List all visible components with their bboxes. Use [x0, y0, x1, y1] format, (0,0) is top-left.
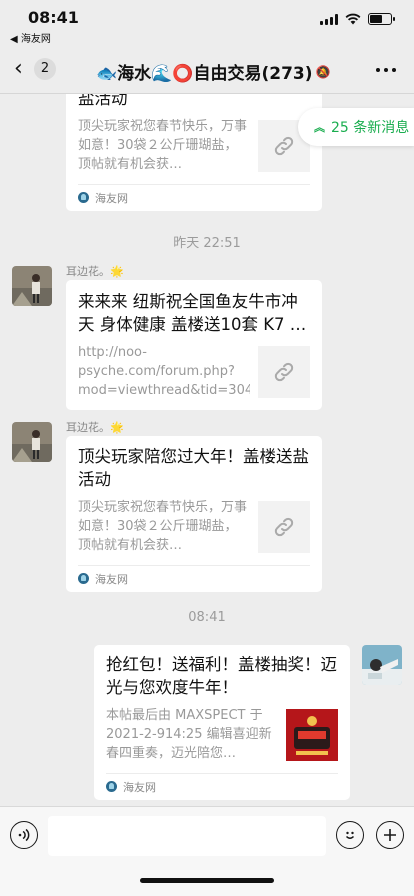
card-description: 顶尖玩家祝您春节快乐，万事如意！30袋２公斤珊瑚盐，顶帖就有机会获…: [78, 500, 248, 553]
card-source-label: 海友网: [95, 191, 128, 205]
more-functions-button[interactable]: [376, 821, 404, 849]
link-card[interactable]: 来来来 纽斯祝全国鱼友牛市冲天 身体健康 盖楼送10套 K7 … http://…: [66, 280, 322, 410]
site-logo-icon: [106, 781, 117, 792]
mute-icon: 🔕: [315, 64, 331, 79]
card-source: 海友网: [66, 566, 322, 592]
card-source: 海友网: [66, 185, 322, 211]
home-indicator[interactable]: [140, 878, 274, 883]
card-source-label: 海友网: [123, 780, 156, 794]
voice-input-button[interactable]: [10, 821, 38, 849]
message-timestamp: 08:41: [188, 610, 226, 625]
chat-header: ‹ 2 🐟海水🌊⭕自由交易(273) 🔕: [0, 46, 414, 94]
message-input[interactable]: [48, 816, 326, 856]
card-description: http://noo-psyche.com/forum.php?mod=view…: [78, 345, 250, 398]
link-thumbnail: [258, 346, 310, 398]
card-source-label: 海友网: [95, 572, 128, 586]
more-icon[interactable]: [376, 68, 396, 72]
link-icon: [274, 517, 294, 537]
status-time: 08:41: [28, 8, 79, 27]
back-to-app-link[interactable]: ◀ 海友网: [10, 30, 51, 45]
avatar[interactable]: [12, 422, 52, 462]
wifi-icon: [345, 13, 361, 25]
card-title: 抢红包！送福利！盖楼抽奖！迈光与您欢度牛年！: [106, 655, 337, 697]
article-thumbnail: [286, 709, 338, 761]
card-title: 来来来 纽斯祝全国鱼友牛市冲天 身体健康 盖楼送10套 K7 …: [78, 292, 307, 334]
sender-name: 耳边花。🌟: [66, 265, 124, 278]
card-description: 本帖最后由 MAXSPECT 于 2021-2-914:25 编辑喜迎新春四重奏…: [106, 708, 272, 761]
sender-name: 耳边花。🌟: [66, 421, 124, 434]
card-title: 盐活动: [78, 94, 128, 108]
card-title: 顶尖玩家陪您过大年！盖楼送盐活动: [78, 447, 309, 489]
battery-icon: [368, 13, 395, 25]
status-bar: 08:41 ◀ 海友网: [0, 0, 414, 46]
new-messages-button[interactable]: ︽ 25 条新消息: [298, 108, 414, 146]
plus-icon: [384, 829, 396, 841]
link-icon: [274, 136, 294, 156]
link-card[interactable]: 抢红包！送福利！盖楼抽奖！迈光与您欢度牛年！ 本帖最后由 MAXSPECT 于 …: [94, 645, 350, 800]
back-chevron-icon[interactable]: ‹: [14, 58, 23, 80]
signal-icon: [320, 13, 338, 25]
site-logo-icon: [78, 192, 89, 203]
link-card[interactable]: 顶尖玩家陪您过大年！盖楼送盐活动 顶尖玩家祝您春节快乐，万事如意！30袋２公斤珊…: [66, 436, 322, 592]
double-chevron-up-icon: ︽: [314, 121, 325, 134]
link-card[interactable]: 盐活动 顶尖玩家祝您春节快乐，万事如意！30袋２公斤珊瑚盐，顶帖就有机会获… 海…: [66, 94, 322, 211]
link-icon: [274, 362, 294, 382]
my-avatar[interactable]: [362, 645, 402, 685]
message-list[interactable]: 盐活动 顶尖玩家祝您春节快乐，万事如意！30袋２公斤珊瑚盐，顶帖就有机会获… 海…: [0, 94, 414, 806]
card-source: 海友网: [94, 774, 350, 800]
chat-title-text: 🐟海水🌊⭕自由交易(273): [96, 64, 313, 84]
message-timestamp: 昨天 22:51: [173, 236, 241, 251]
new-messages-label: 25 条新消息: [331, 120, 410, 136]
voice-icon: [18, 828, 30, 842]
emoji-icon: [345, 831, 355, 839]
emoji-button[interactable]: [336, 821, 364, 849]
card-description: 顶尖玩家祝您春节快乐，万事如意！30袋２公斤珊瑚盐，顶帖就有机会获…: [78, 119, 248, 172]
chat-title[interactable]: 🐟海水🌊⭕自由交易(273) 🔕: [96, 59, 330, 84]
status-icons: [320, 13, 395, 25]
site-logo-icon: [78, 573, 89, 584]
link-thumbnail: [258, 501, 310, 553]
avatar[interactable]: [12, 266, 52, 306]
unread-count-badge[interactable]: 2: [34, 58, 56, 80]
